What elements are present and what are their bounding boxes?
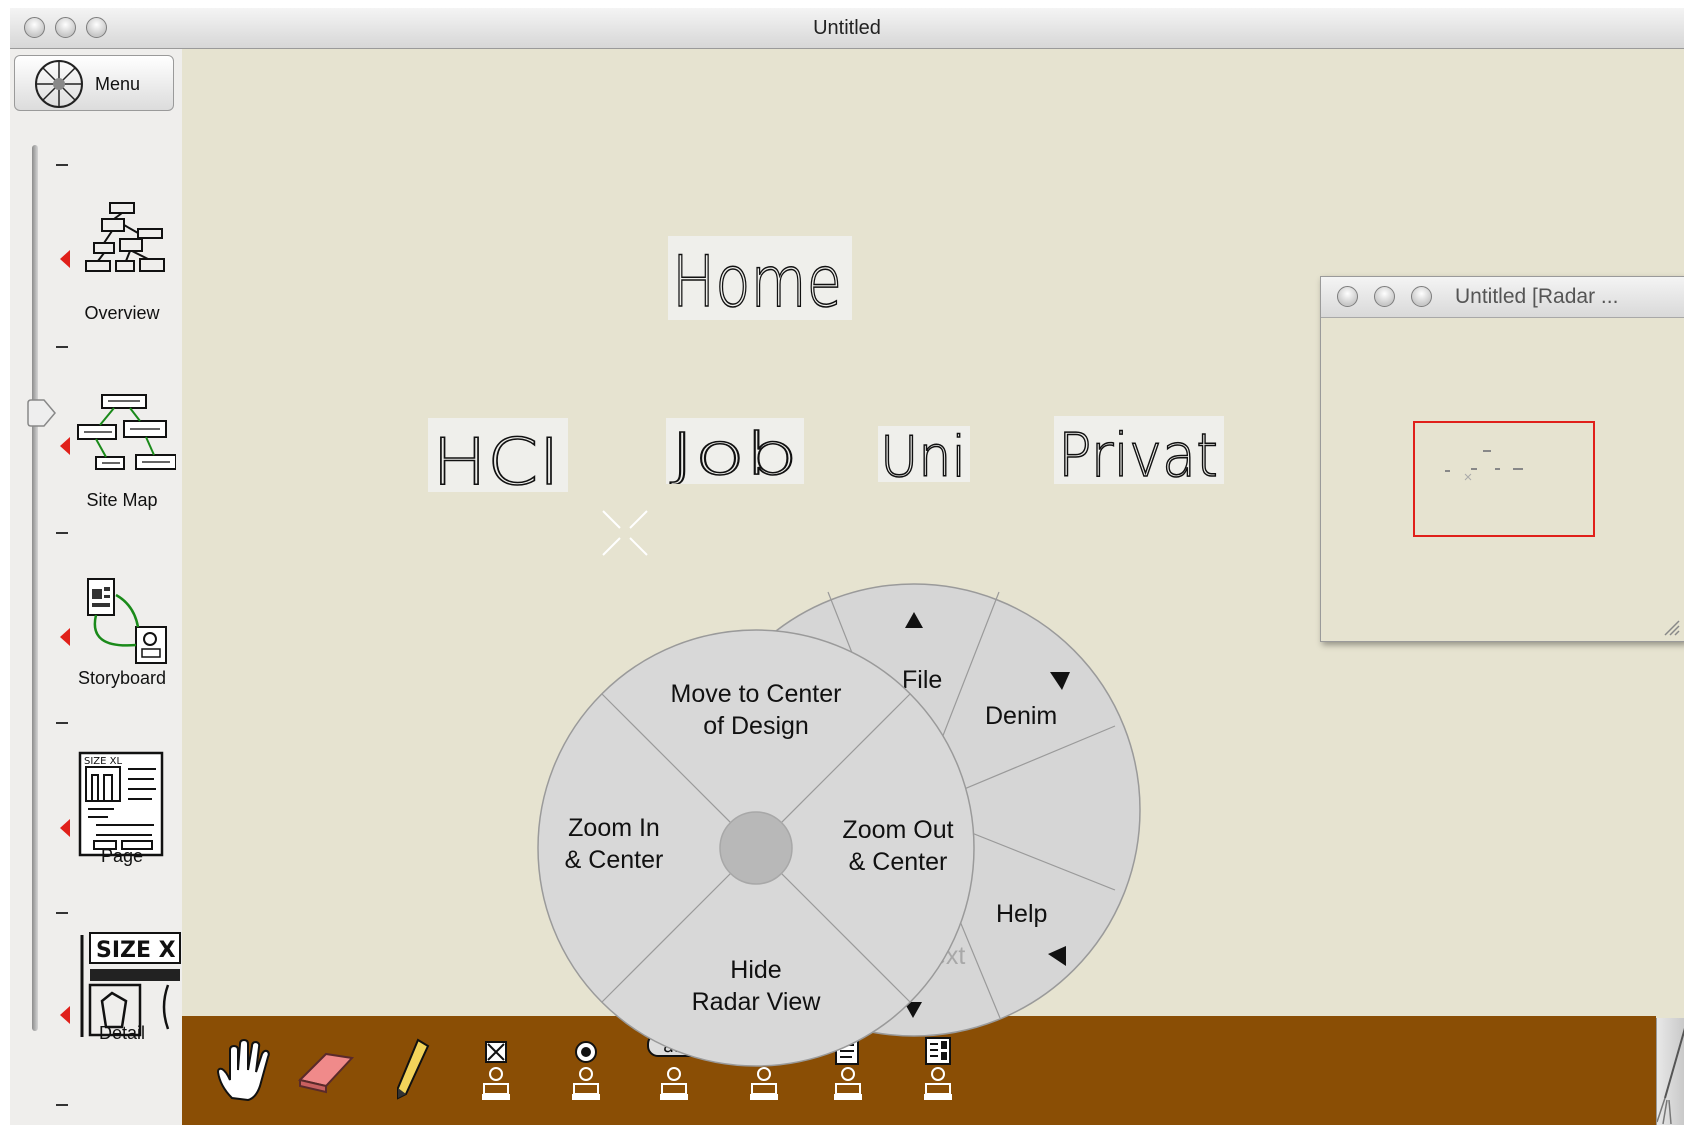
inner-item-zoom-in-line2[interactable]: & Center	[565, 846, 664, 874]
inner-item-move-to-center-line2[interactable]: of Design	[703, 712, 809, 740]
inner-pie-menu[interactable]: Move to Center of Design Zoom In & Cente…	[537, 629, 975, 1067]
outer-item-help[interactable]: Help	[996, 900, 1047, 928]
inner-item-move-to-center[interactable]: Move to Center	[671, 680, 842, 708]
pie-menu[interactable]: File Denim Help ext Move to Center of De…	[10, 8, 1684, 1125]
inner-item-zoom-in[interactable]: Zoom In	[568, 814, 660, 842]
inner-item-hide-radar-line2[interactable]: Radar View	[692, 988, 822, 1016]
outer-item-denim[interactable]: Denim	[985, 702, 1057, 730]
inner-item-zoom-out-line2[interactable]: & Center	[849, 848, 948, 876]
outer-item-file[interactable]: File	[902, 666, 942, 694]
inner-item-hide-radar[interactable]: Hide	[730, 956, 781, 984]
pie-center-button[interactable]	[719, 811, 793, 885]
inner-item-zoom-out[interactable]: Zoom Out	[842, 816, 953, 844]
main-window: Untitled Menu Overview Site Map Storyboa…	[10, 8, 1684, 1125]
